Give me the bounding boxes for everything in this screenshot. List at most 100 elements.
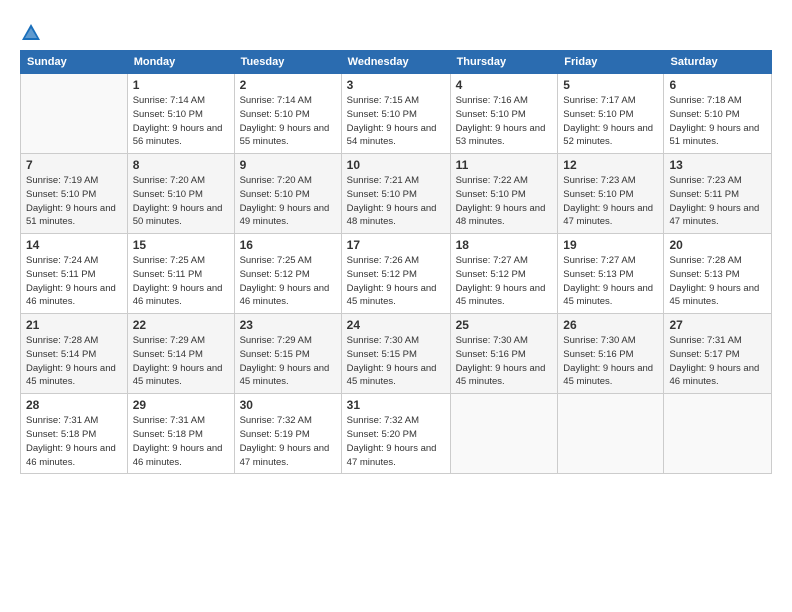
calendar-cell: 21Sunrise: 7:28 AM Sunset: 5:14 PM Dayli… <box>21 314 128 394</box>
calendar-cell <box>558 394 664 474</box>
day-number: 30 <box>240 398 336 412</box>
day-number: 19 <box>563 238 658 252</box>
day-info: Sunrise: 7:26 AM Sunset: 5:12 PM Dayligh… <box>347 254 445 309</box>
calendar-cell: 19 Sunrise: 7:27 AM Sunset: 5:13 PM Dayli… <box>558 234 664 314</box>
day-number: 18 <box>456 238 553 252</box>
day-number: 23 <box>240 318 336 332</box>
day-number: 27 <box>669 318 766 332</box>
day-number: 24 <box>347 318 445 332</box>
day-info: Sunrise: 7:32 AM Sunset: 5:19 PM Dayligh… <box>240 414 336 469</box>
calendar-cell: 18 Sunrise: 7:27 AM Sunset: 5:12 PM Dayli… <box>450 234 558 314</box>
weekday-header-friday: Friday <box>558 51 664 74</box>
week-row-2: 7 Sunrise: 7:19 AM Sunset: 5:10 PM Daylig… <box>21 154 772 234</box>
day-number: 22 <box>133 318 229 332</box>
logo-icon <box>20 22 42 44</box>
calendar-cell: 5 Sunrise: 7:17 AM Sunset: 5:10 PM Daylig… <box>558 74 664 154</box>
day-info: Sunrise: 7:25 AM Sunset: 5:12 PM Dayligh… <box>240 254 336 309</box>
day-number: 12 <box>563 158 658 172</box>
day-info: Sunrise: 7:32 AM Sunset: 5:20 PM Dayligh… <box>347 414 445 469</box>
day-info: Sunrise: 7:22 AM Sunset: 5:10 PM Dayligh… <box>456 174 553 229</box>
day-info: Sunrise: 7:24 AM Sunset: 5:11 PM Dayligh… <box>26 254 122 309</box>
day-number: 29 <box>133 398 229 412</box>
calendar-cell: 25Sunrise: 7:30 AM Sunset: 5:16 PM Dayli… <box>450 314 558 394</box>
day-number: 9 <box>240 158 336 172</box>
day-number: 10 <box>347 158 445 172</box>
day-info: Sunrise: 7:16 AM Sunset: 5:10 PM Dayligh… <box>456 94 553 149</box>
day-info: Sunrise: 7:14 AM Sunset: 5:10 PM Dayligh… <box>240 94 336 149</box>
day-info: Sunrise: 7:30 AM Sunset: 5:16 PM Dayligh… <box>456 334 553 389</box>
logo <box>20 22 45 44</box>
calendar-cell: 15 Sunrise: 7:25 AM Sunset: 5:11 PM Dayli… <box>127 234 234 314</box>
day-info: Sunrise: 7:29 AM Sunset: 5:15 PM Dayligh… <box>240 334 336 389</box>
calendar-cell <box>664 394 772 474</box>
day-info: Sunrise: 7:28 AM Sunset: 5:14 PM Dayligh… <box>26 334 122 389</box>
day-number: 15 <box>133 238 229 252</box>
week-row-5: 28 Sunrise: 7:31 AM Sunset: 5:18 PM Dayli… <box>21 394 772 474</box>
day-info: Sunrise: 7:30 AM Sunset: 5:15 PM Dayligh… <box>347 334 445 389</box>
calendar-cell: 20 Sunrise: 7:28 AM Sunset: 5:13 PM Dayli… <box>664 234 772 314</box>
day-info: Sunrise: 7:18 AM Sunset: 5:10 PM Dayligh… <box>669 94 766 149</box>
day-number: 14 <box>26 238 122 252</box>
day-info: Sunrise: 7:25 AM Sunset: 5:11 PM Dayligh… <box>133 254 229 309</box>
calendar-cell: 28 Sunrise: 7:31 AM Sunset: 5:18 PM Dayli… <box>21 394 128 474</box>
weekday-header-wednesday: Wednesday <box>341 51 450 74</box>
day-info: Sunrise: 7:20 AM Sunset: 5:10 PM Dayligh… <box>240 174 336 229</box>
day-info: Sunrise: 7:27 AM Sunset: 5:12 PM Dayligh… <box>456 254 553 309</box>
calendar-cell: 16 Sunrise: 7:25 AM Sunset: 5:12 PM Dayli… <box>234 234 341 314</box>
day-info: Sunrise: 7:28 AM Sunset: 5:13 PM Dayligh… <box>669 254 766 309</box>
calendar-cell: 31Sunrise: 7:32 AM Sunset: 5:20 PM Dayli… <box>341 394 450 474</box>
day-number: 5 <box>563 78 658 92</box>
day-info: Sunrise: 7:17 AM Sunset: 5:10 PM Dayligh… <box>563 94 658 149</box>
weekday-header-monday: Monday <box>127 51 234 74</box>
calendar: SundayMondayTuesdayWednesdayThursdayFrid… <box>20 50 772 474</box>
weekday-header-tuesday: Tuesday <box>234 51 341 74</box>
day-info: Sunrise: 7:14 AM Sunset: 5:10 PM Dayligh… <box>133 94 229 149</box>
day-number: 28 <box>26 398 122 412</box>
weekday-header-thursday: Thursday <box>450 51 558 74</box>
day-info: Sunrise: 7:31 AM Sunset: 5:18 PM Dayligh… <box>26 414 122 469</box>
calendar-cell: 3 Sunrise: 7:15 AM Sunset: 5:10 PM Daylig… <box>341 74 450 154</box>
calendar-cell: 23 Sunrise: 7:29 AM Sunset: 5:15 PM Dayli… <box>234 314 341 394</box>
header <box>20 18 772 44</box>
calendar-cell: 29Sunrise: 7:31 AM Sunset: 5:18 PM Dayli… <box>127 394 234 474</box>
day-number: 20 <box>669 238 766 252</box>
day-number: 8 <box>133 158 229 172</box>
day-info: Sunrise: 7:20 AM Sunset: 5:10 PM Dayligh… <box>133 174 229 229</box>
week-row-1: 1 Sunrise: 7:14 AM Sunset: 5:10 PM Daylig… <box>21 74 772 154</box>
day-info: Sunrise: 7:27 AM Sunset: 5:13 PM Dayligh… <box>563 254 658 309</box>
day-info: Sunrise: 7:23 AM Sunset: 5:10 PM Dayligh… <box>563 174 658 229</box>
calendar-cell: 12 Sunrise: 7:23 AM Sunset: 5:10 PM Dayli… <box>558 154 664 234</box>
calendar-cell: 4 Sunrise: 7:16 AM Sunset: 5:10 PM Daylig… <box>450 74 558 154</box>
calendar-cell: 9 Sunrise: 7:20 AM Sunset: 5:10 PM Daylig… <box>234 154 341 234</box>
page: SundayMondayTuesdayWednesdayThursdayFrid… <box>0 0 792 612</box>
calendar-cell: 6 Sunrise: 7:18 AM Sunset: 5:10 PM Daylig… <box>664 74 772 154</box>
day-info: Sunrise: 7:21 AM Sunset: 5:10 PM Dayligh… <box>347 174 445 229</box>
day-info: Sunrise: 7:30 AM Sunset: 5:16 PM Dayligh… <box>563 334 658 389</box>
weekday-header-row: SundayMondayTuesdayWednesdayThursdayFrid… <box>21 51 772 74</box>
calendar-cell: 30 Sunrise: 7:32 AM Sunset: 5:19 PM Dayli… <box>234 394 341 474</box>
week-row-4: 21Sunrise: 7:28 AM Sunset: 5:14 PM Dayli… <box>21 314 772 394</box>
day-number: 11 <box>456 158 553 172</box>
day-number: 6 <box>669 78 766 92</box>
day-number: 17 <box>347 238 445 252</box>
day-info: Sunrise: 7:31 AM Sunset: 5:17 PM Dayligh… <box>669 334 766 389</box>
day-number: 13 <box>669 158 766 172</box>
calendar-cell: 2 Sunrise: 7:14 AM Sunset: 5:10 PM Daylig… <box>234 74 341 154</box>
day-number: 26 <box>563 318 658 332</box>
day-number: 3 <box>347 78 445 92</box>
calendar-cell: 10 Sunrise: 7:21 AM Sunset: 5:10 PM Dayli… <box>341 154 450 234</box>
calendar-cell: 11 Sunrise: 7:22 AM Sunset: 5:10 PM Dayli… <box>450 154 558 234</box>
day-number: 7 <box>26 158 122 172</box>
day-number: 2 <box>240 78 336 92</box>
day-number: 4 <box>456 78 553 92</box>
week-row-3: 14 Sunrise: 7:24 AM Sunset: 5:11 PM Dayli… <box>21 234 772 314</box>
day-info: Sunrise: 7:19 AM Sunset: 5:10 PM Dayligh… <box>26 174 122 229</box>
day-number: 16 <box>240 238 336 252</box>
day-info: Sunrise: 7:15 AM Sunset: 5:10 PM Dayligh… <box>347 94 445 149</box>
calendar-cell <box>21 74 128 154</box>
calendar-cell: 7 Sunrise: 7:19 AM Sunset: 5:10 PM Daylig… <box>21 154 128 234</box>
weekday-header-saturday: Saturday <box>664 51 772 74</box>
day-number: 1 <box>133 78 229 92</box>
calendar-cell: 1 Sunrise: 7:14 AM Sunset: 5:10 PM Daylig… <box>127 74 234 154</box>
calendar-cell: 24 Sunrise: 7:30 AM Sunset: 5:15 PM Dayli… <box>341 314 450 394</box>
